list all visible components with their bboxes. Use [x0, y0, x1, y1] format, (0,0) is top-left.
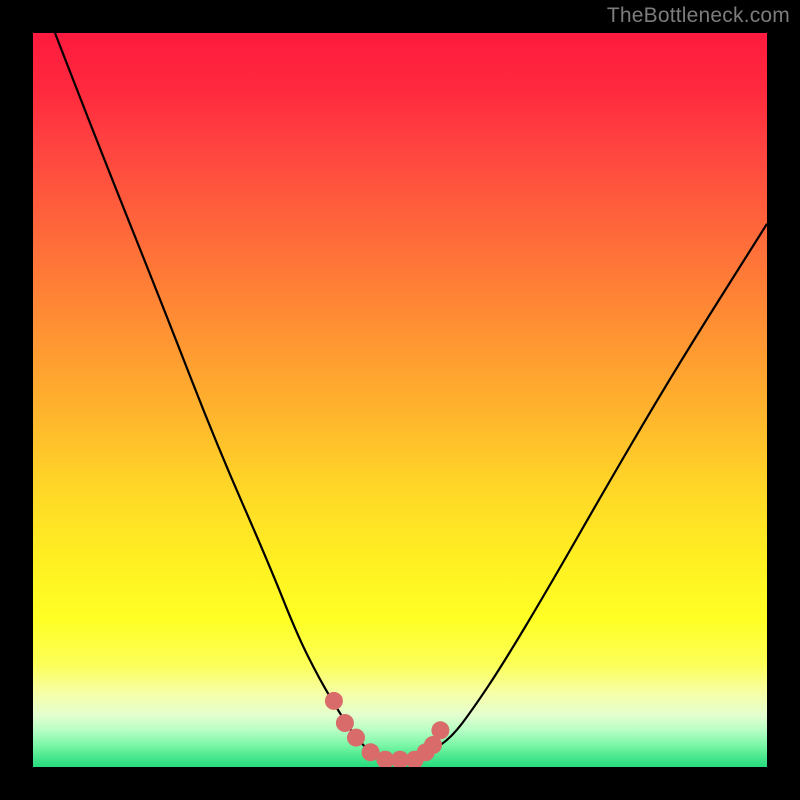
plot-area: [33, 33, 767, 767]
highlight-dot: [336, 714, 354, 732]
highlight-dot: [431, 721, 449, 739]
curve-path: [55, 33, 767, 760]
highlight-dot: [347, 729, 365, 747]
chart-svg: [33, 33, 767, 767]
watermark-text: TheBottleneck.com: [607, 4, 790, 28]
chart-frame: TheBottleneck.com: [0, 0, 800, 800]
highlight-dots-group: [325, 692, 450, 767]
highlight-dot: [325, 692, 343, 710]
